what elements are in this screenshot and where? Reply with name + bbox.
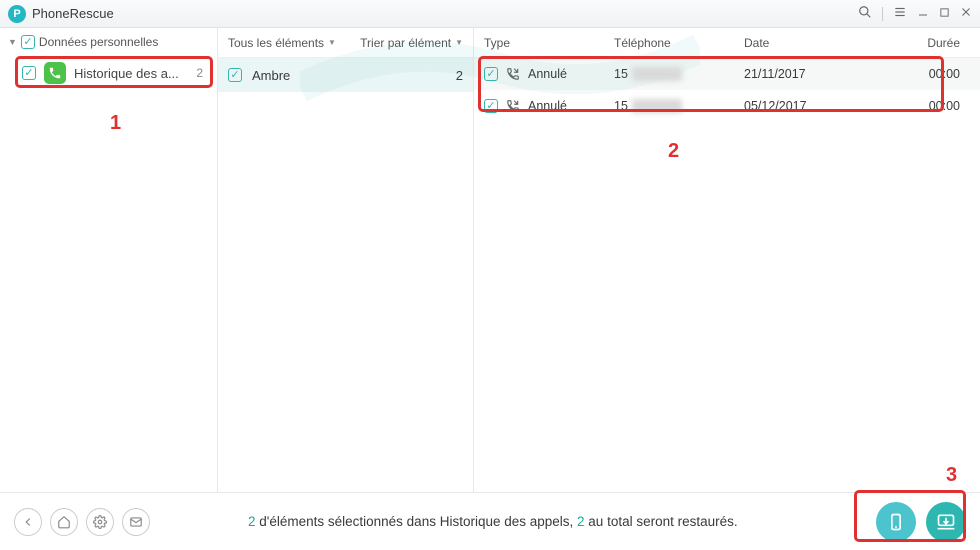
phone-icon [44, 62, 66, 84]
bottombar: 2 d'éléments sélectionnés dans Historiqu… [0, 492, 980, 550]
col-date[interactable]: Date [744, 36, 874, 50]
settings-button[interactable] [86, 508, 114, 536]
col-type[interactable]: Type [474, 36, 614, 50]
contacts-header: Tous les éléments▼ Trier par élément▼ [218, 28, 473, 58]
maximize-button[interactable] [939, 6, 950, 21]
tel-redacted [632, 67, 682, 81]
home-button[interactable] [50, 508, 78, 536]
search-icon[interactable] [858, 5, 872, 22]
close-button[interactable] [960, 6, 972, 21]
sidebar-section-header[interactable]: ▼ Données personnelles [0, 28, 217, 56]
section-checkbox[interactable] [21, 35, 35, 49]
call-status: Annulé [528, 67, 567, 81]
call-duration: 00:00 [874, 99, 980, 113]
call-duration: 00:00 [874, 67, 980, 81]
minimize-button[interactable] [917, 6, 929, 21]
contact-count: 2 [456, 68, 463, 83]
call-row[interactable]: Annulé 15 05/12/2017 00:00 [474, 90, 980, 122]
sidebar-item-label: Historique des a... [74, 66, 188, 81]
tel-redacted [632, 99, 682, 113]
sidebar-item-count: 2 [196, 66, 209, 80]
missed-call-icon [506, 67, 520, 81]
mail-button[interactable] [122, 508, 150, 536]
chevron-down-icon: ▼ [328, 38, 336, 47]
collapse-icon: ▼ [8, 37, 17, 47]
col-duration[interactable]: Durée [874, 36, 980, 50]
call-date: 21/11/2017 [744, 67, 874, 81]
sidebar-item-call-history[interactable]: Historique des a... 2 [0, 56, 217, 90]
app-title: PhoneRescue [32, 6, 114, 21]
item-checkbox[interactable] [22, 66, 36, 80]
titlebar: P PhoneRescue [0, 0, 980, 28]
menu-icon[interactable] [893, 5, 907, 22]
row-checkbox[interactable] [484, 67, 498, 81]
call-row[interactable]: Annulé 15 21/11/2017 00:00 [474, 58, 980, 90]
back-button[interactable] [14, 508, 42, 536]
contact-row[interactable]: Ambre 2 [218, 58, 473, 92]
call-date: 05/12/2017 [744, 99, 874, 113]
sidebar: ▼ Données personnelles Historique des a.… [0, 28, 218, 492]
tel-prefix: 15 [614, 99, 628, 113]
status-text: 2 d'éléments sélectionnés dans Historiqu… [158, 514, 866, 529]
missed-call-icon [506, 99, 520, 113]
row-checkbox[interactable] [484, 99, 498, 113]
calls-panel: Type Téléphone Date Durée Annulé 15 21/1… [474, 28, 980, 492]
tel-prefix: 15 [614, 67, 628, 81]
section-label: Données personnelles [39, 35, 158, 49]
sort-by-element[interactable]: Trier par élément▼ [360, 36, 473, 50]
filter-all-elements[interactable]: Tous les éléments▼ [218, 36, 360, 50]
chevron-down-icon: ▼ [455, 38, 463, 47]
recover-to-computer-button[interactable] [926, 502, 966, 542]
col-telephone[interactable]: Téléphone [614, 36, 744, 50]
contacts-panel: Tous les éléments▼ Trier par élément▼ Am… [218, 28, 474, 492]
row-checkbox[interactable] [228, 68, 242, 82]
contact-name: Ambre [252, 68, 456, 83]
recover-to-device-button[interactable] [876, 502, 916, 542]
call-status: Annulé [528, 99, 567, 113]
calls-header: Type Téléphone Date Durée [474, 28, 980, 58]
app-logo-icon: P [8, 5, 26, 23]
